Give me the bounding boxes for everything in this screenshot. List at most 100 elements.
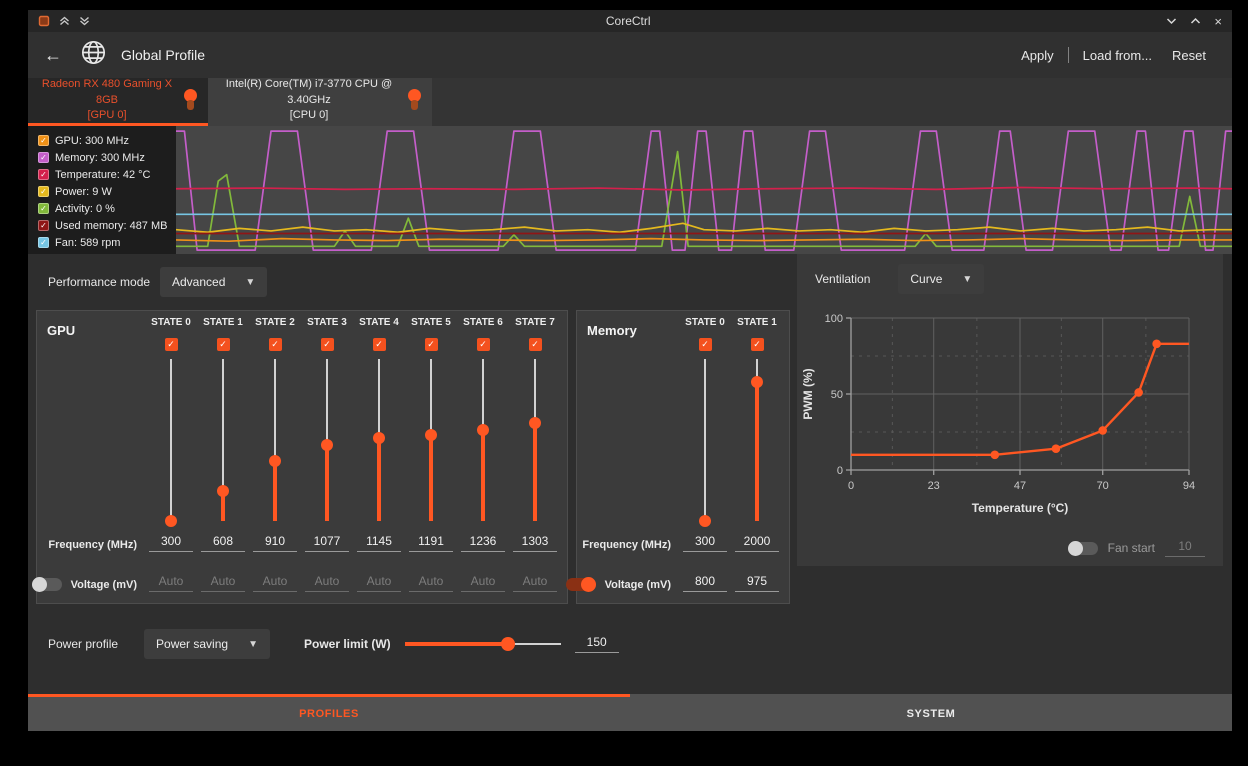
frequency-slider[interactable] [372,357,386,523]
state-checkbox[interactable]: ✓ [699,338,712,351]
legend-checkbox[interactable]: ✓ [38,203,49,214]
frequency-slider[interactable] [268,357,282,523]
minimize-icon[interactable] [1166,17,1177,25]
state-checkbox[interactable]: ✓ [321,338,334,351]
state-checkbox[interactable]: ✓ [425,338,438,351]
fan-curve-point[interactable] [991,451,1000,460]
state-checkbox[interactable]: ✓ [477,338,490,351]
tab-profiles[interactable]: PROFILES [28,694,630,731]
voltage-input[interactable]: 975 [735,574,779,592]
fan-curve-point[interactable] [1098,426,1107,435]
frequency-input[interactable]: 1191 [409,534,453,552]
frequency-input[interactable]: 1303 [513,534,557,552]
legend-label: Power: 9 W [55,186,112,198]
frequency-input[interactable]: 1236 [461,534,505,552]
frequency-input[interactable]: 608 [201,534,245,552]
state-column: STATE 1 ✓ 2000 975 [731,317,783,603]
tab-cpu-device[interactable]: Intel(R) Core(TM) i7-3770 CPU @ 3.40GHz … [208,78,432,126]
frequency-slider[interactable] [750,357,764,523]
main-tabbar: PROFILES SYSTEM [28,694,1232,731]
svg-text:0: 0 [848,480,854,492]
unshade-double-chevron-up-icon[interactable] [59,16,70,26]
voltage-input[interactable]: 800 [683,574,727,592]
voltage-input[interactable]: Auto [149,574,193,592]
state-checkbox[interactable]: ✓ [751,338,764,351]
voltage-input[interactable]: Auto [305,574,349,592]
state-checkbox[interactable]: ✓ [373,338,386,351]
fan-start-label: Fan start [1108,541,1155,555]
frequency-slider[interactable] [528,357,542,523]
close-icon[interactable]: × [1214,15,1222,28]
power-profile-select[interactable]: Power saving▼ [144,629,270,659]
state-column: STATE 0 ✓ 300 800 [679,317,731,603]
tab-gpu-device[interactable]: Radeon RX 480 Gaming X 8GB [GPU 0] [28,78,208,126]
power-limit-slider[interactable] [405,637,561,651]
frequency-input[interactable]: 1145 [357,534,401,552]
legend-checkbox[interactable]: ✓ [38,169,49,180]
fan-curve-point[interactable] [1052,444,1061,453]
fan-curve-point[interactable] [1134,388,1143,397]
state-checkbox[interactable]: ✓ [165,338,178,351]
performance-mode-select[interactable]: Advanced▼ [160,267,267,297]
frequency-input[interactable]: 300 [149,534,193,552]
legend-checkbox[interactable]: ✓ [38,186,49,197]
svg-text:100: 100 [825,313,843,325]
legend-label: GPU: 300 MHz [55,135,129,147]
device-pin-icon[interactable] [184,89,198,113]
frequency-slider[interactable] [424,357,438,523]
voltage-input[interactable]: Auto [253,574,297,592]
ventilation-section: Ventilation Curve▼ 023477094050100Temper… [790,254,1233,694]
device-tabbar: Radeon RX 480 Gaming X 8GB [GPU 0] Intel… [28,78,1232,126]
ventilation-mode-select[interactable]: Curve▼ [898,264,984,294]
state-checkbox[interactable]: ✓ [529,338,542,351]
svg-text:23: 23 [928,480,940,492]
reset-button[interactable]: Reset [1162,44,1216,67]
fan-start-toggle[interactable] [1068,542,1098,555]
frequency-slider[interactable] [164,357,178,523]
legend-label: Used memory: 487 MB [55,220,167,232]
frequency-slider[interactable] [216,357,230,523]
profile-header: ← Global Profile Apply Load from... Rese… [28,32,1232,78]
state-label: STATE 0 [685,317,725,332]
voltage-input[interactable]: Auto [357,574,401,592]
device-pin-icon[interactable] [408,89,422,113]
voltage-input[interactable]: Auto [409,574,453,592]
power-limit-input[interactable]: 150 [575,635,619,653]
frequency-slider[interactable] [698,357,712,523]
shade-double-chevron-down-icon[interactable] [79,16,90,26]
frequency-input[interactable]: 910 [253,534,297,552]
state-label: STATE 3 [307,317,347,332]
frequency-input[interactable]: 2000 [735,534,779,552]
fan-curve-point[interactable] [1152,340,1161,349]
state-checkbox[interactable]: ✓ [269,338,282,351]
voltage-input[interactable]: Auto [513,574,557,592]
maximize-icon[interactable] [1190,17,1201,25]
state-label: STATE 2 [255,317,295,332]
state-label: STATE 4 [359,317,399,332]
svg-text:0: 0 [837,465,843,477]
legend-checkbox[interactable]: ✓ [38,220,49,231]
corectrl-window: CoreCtrl × ← Global Profile Apply Load f… [28,10,1232,731]
tab-system[interactable]: SYSTEM [630,694,1232,731]
back-button[interactable]: ← [44,45,62,66]
frequency-input[interactable]: 1077 [305,534,349,552]
legend-checkbox[interactable]: ✓ [38,135,49,146]
voltage-input[interactable]: Auto [461,574,505,592]
legend-checkbox[interactable]: ✓ [38,152,49,163]
state-label: STATE 6 [463,317,503,332]
frequency-slider[interactable] [476,357,490,523]
voltage-input[interactable]: Auto [201,574,245,592]
load-from-button[interactable]: Load from... [1073,44,1162,67]
apply-button[interactable]: Apply [1011,44,1064,67]
memory-states-panel: Memory Frequency (MHz) Voltage (mV) STAT… [576,310,790,604]
legend-checkbox[interactable]: ✓ [38,237,49,248]
frequency-slider[interactable] [320,357,334,523]
power-profile-label: Power profile [48,637,118,651]
fan-start-input[interactable]: 10 [1165,539,1205,557]
state-checkbox[interactable]: ✓ [217,338,230,351]
gpu-voltage-toggle[interactable] [32,578,62,591]
memory-voltage-toggle[interactable] [566,578,596,591]
fan-curve-chart: 023477094050100Temperature (°C)PWM (%) [799,302,1223,530]
frequency-input[interactable]: 300 [683,534,727,552]
state-label: STATE 1 [737,317,777,332]
